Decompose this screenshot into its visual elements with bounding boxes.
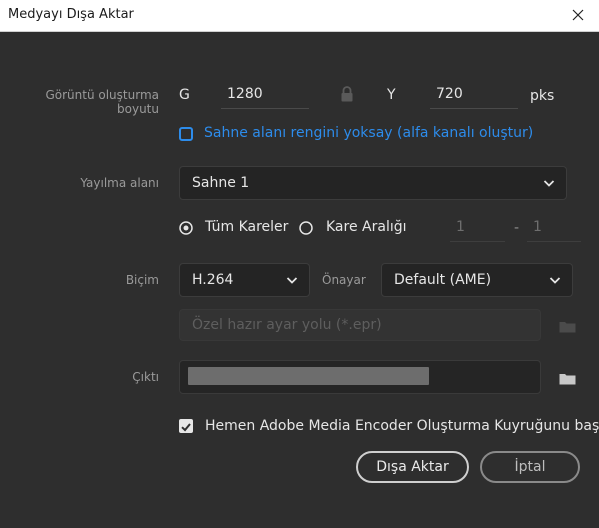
height-input[interactable]: 720: [430, 81, 518, 109]
folder-icon[interactable]: [559, 318, 576, 333]
pixel-unit-label: pks: [530, 88, 555, 104]
lock-icon[interactable]: [340, 86, 354, 102]
chevron-down-icon: [542, 176, 556, 190]
range-to-input[interactable]: 1: [527, 214, 581, 242]
dialog-title: Medyayı Dışa Aktar: [8, 7, 134, 22]
preset-dropdown[interactable]: Default (AME): [381, 263, 573, 297]
all-frames-radio[interactable]: [179, 220, 193, 235]
export-media-dialog: Medyayı Dışa Aktar Görüntü oluşturma boy…: [0, 0, 599, 528]
format-label: Biçim: [125, 273, 159, 287]
export-button[interactable]: Dışa Aktar: [356, 451, 469, 483]
custom-preset-path-input[interactable]: Özel hazır ayar yolu (*.epr): [179, 309, 541, 341]
start-queue-label[interactable]: Hemen Adobe Media Encoder Oluşturma Kuyr…: [205, 418, 599, 434]
folder-icon[interactable]: [559, 370, 576, 385]
title-bar: Medyayı Dışa Aktar: [0, 0, 599, 32]
preset-selected-value: Default (AME): [394, 272, 492, 288]
close-icon: [572, 9, 584, 21]
span-selected-value: Sahne 1: [192, 175, 250, 191]
chevron-down-icon: [548, 273, 562, 287]
width-input[interactable]: 1280: [221, 81, 309, 109]
span-dropdown[interactable]: Sahne 1: [179, 166, 567, 200]
chevron-down-icon: [285, 273, 299, 287]
all-frames-label[interactable]: Tüm Kareler: [205, 219, 288, 235]
frame-range-label[interactable]: Kare Aralığı: [326, 219, 407, 235]
ignore-stage-color-checkbox[interactable]: [179, 127, 193, 141]
custom-preset-placeholder: Özel hazır ayar yolu (*.epr): [192, 317, 382, 333]
close-button[interactable]: [565, 2, 591, 28]
range-from-input[interactable]: 1: [450, 214, 505, 242]
output-path-input[interactable]: [179, 360, 541, 394]
output-path-redacted: [188, 367, 429, 385]
width-label: G: [179, 87, 190, 103]
span-label: Yayılma alanı: [80, 176, 159, 190]
format-dropdown[interactable]: H.264: [179, 263, 310, 297]
output-label: Çıktı: [132, 370, 159, 384]
height-label: Y: [387, 87, 396, 103]
start-queue-checkbox[interactable]: [179, 419, 193, 433]
cancel-button[interactable]: İptal: [480, 451, 580, 483]
render-size-label: Görüntü oluşturma boyutu: [45, 88, 159, 116]
frame-range-radio[interactable]: [299, 220, 313, 235]
ignore-stage-color-label[interactable]: Sahne alanı rengini yoksay (alfa kanalı …: [204, 125, 533, 141]
format-selected-value: H.264: [192, 272, 234, 288]
preset-label: Önayar: [322, 273, 366, 287]
range-separator: -: [514, 220, 520, 236]
